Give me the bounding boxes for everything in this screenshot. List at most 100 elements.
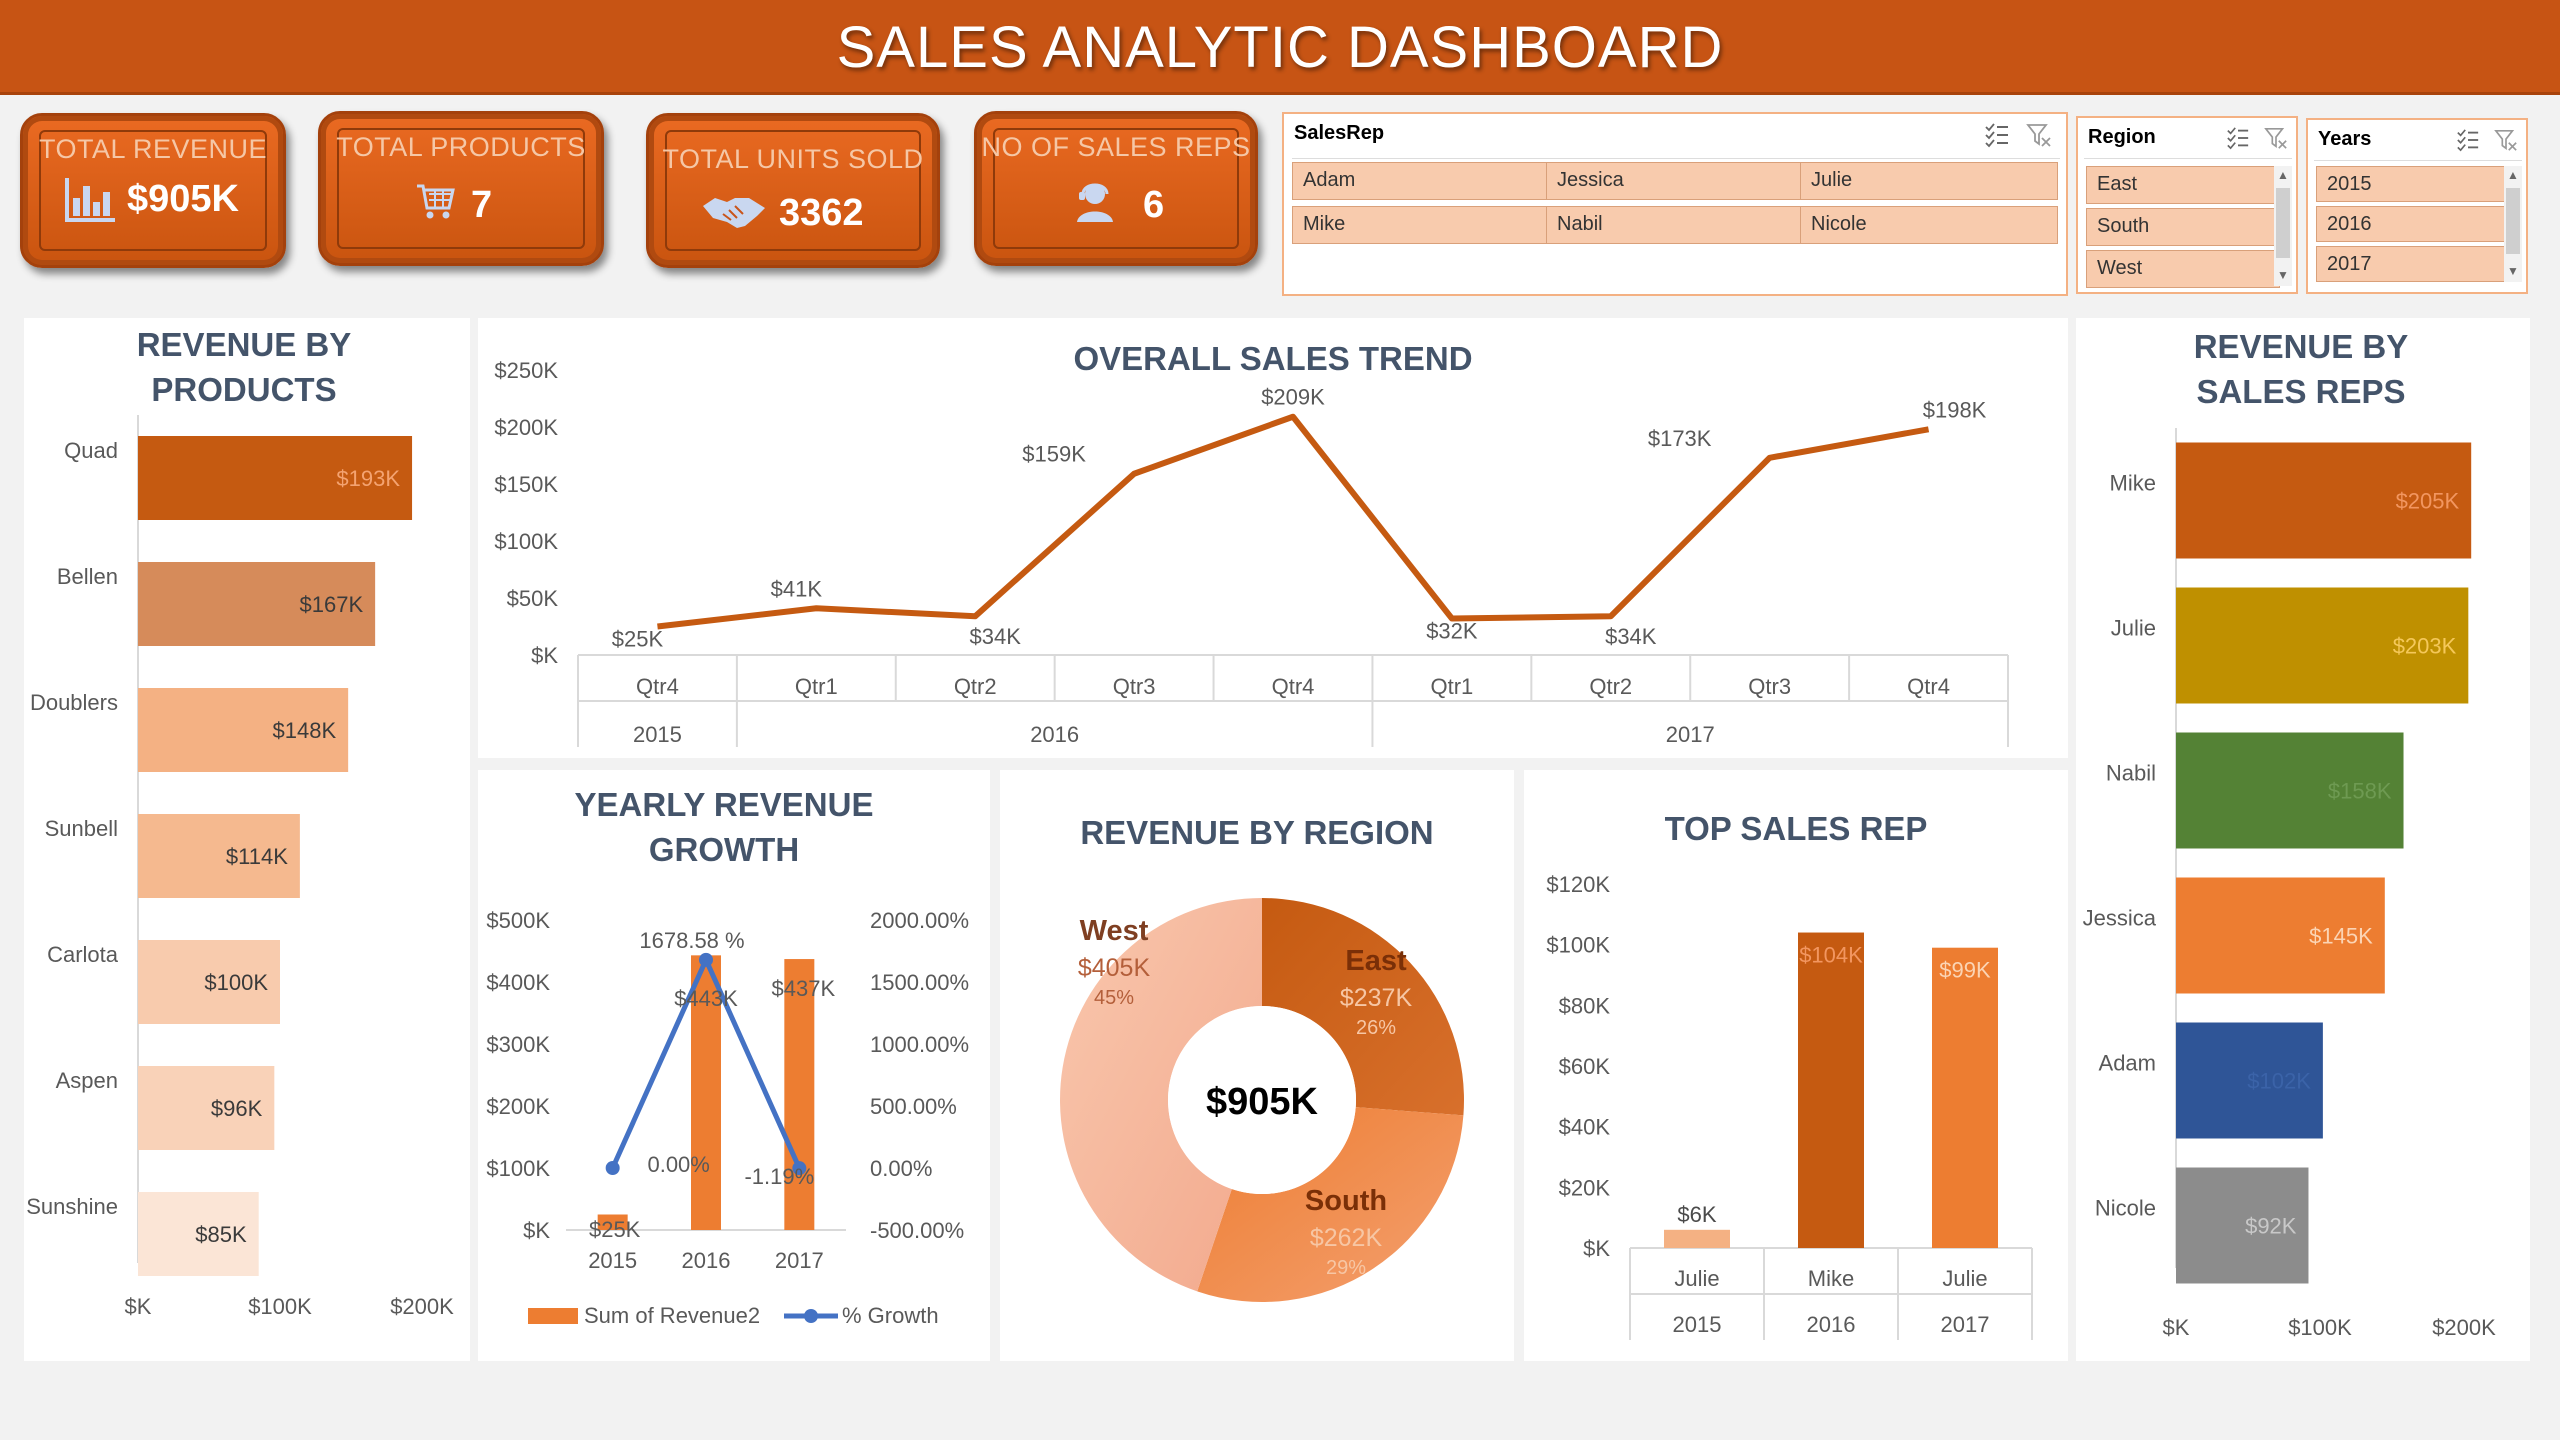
- data-label: $148K: [273, 718, 337, 743]
- top-sales-rep-panel: TOP SALES REP $K $20K $40K $60K $80K $100K $12…: [1524, 770, 2068, 1361]
- year-option[interactable]: 2016: [2316, 206, 2510, 242]
- cart-icon: [417, 184, 455, 219]
- bar: [1932, 947, 1998, 1248]
- yearly-revenue-growth-chart: $K $100K $200K $300K $400K $500K -500.00% 0.00%…: [486, 908, 969, 1328]
- top-sales-rep-chart: $K $20K $40K $60K $80K $100K $120K $6K Julie 2015…: [1546, 872, 2033, 1340]
- multi-select-icon[interactable]: [2456, 128, 2480, 152]
- y-tick-label: $20K: [1559, 1175, 1611, 1200]
- data-label: $34K: [970, 624, 1022, 649]
- slice-percent: 29%: [1326, 1257, 1366, 1279]
- x-tick-label: $200K: [390, 1294, 454, 1319]
- scroll-up-icon[interactable]: ▲: [2277, 168, 2289, 182]
- data-label: $92K: [2245, 1214, 2297, 1239]
- region-option[interactable]: South: [2086, 208, 2280, 246]
- year-option[interactable]: 2017: [2316, 246, 2510, 282]
- year-option[interactable]: 2015: [2316, 166, 2510, 202]
- x-tick-label: Qtr4: [1272, 674, 1315, 699]
- data-label: $34K: [1605, 624, 1657, 649]
- kpi-value: 3362: [779, 192, 864, 234]
- kpi-label: TOTAL PRODUCTS: [336, 132, 586, 162]
- data-label: $32K: [1426, 619, 1478, 644]
- donut-center-label: $905K: [1206, 1081, 1319, 1123]
- data-label: $209K: [1261, 385, 1325, 410]
- scroll-up-icon[interactable]: ▲: [2507, 168, 2519, 182]
- data-label: $198K: [1923, 397, 1987, 422]
- x-tick-label: Qtr3: [1748, 674, 1791, 699]
- year-label: 2016: [1807, 1312, 1856, 1337]
- legend-label: Sum of Revenue2: [584, 1303, 760, 1328]
- years-scrollbar[interactable]: ▲ ▼: [2504, 166, 2522, 282]
- data-label: $437K: [772, 976, 836, 1001]
- x-tick-label: Qtr1: [1430, 674, 1473, 699]
- kpi-no-of-sales-reps: NO OF SALES REPS 6: [974, 111, 1258, 266]
- handshake-icon: [703, 198, 765, 228]
- salesrep-option[interactable]: Nabil: [1546, 206, 1804, 244]
- category-label: Nicole: [2095, 1196, 2156, 1221]
- x-tick-label: $200K: [2432, 1315, 2496, 1340]
- kpi-total-revenue: TOTAL REVENUE $905K: [20, 113, 286, 268]
- scroll-down-icon[interactable]: ▼: [2507, 264, 2519, 278]
- x-tick-label: Qtr2: [954, 674, 997, 699]
- slicer-title: SalesRep: [1294, 122, 1385, 144]
- title-bar: SALES ANALYTIC DASHBOARD: [0, 0, 2560, 95]
- legend-swatch-marker: [804, 1309, 818, 1323]
- data-label: 0.00%: [647, 1152, 709, 1177]
- category-label: Jessica: [2083, 906, 2157, 931]
- scroll-thumb[interactable]: [2506, 188, 2520, 254]
- kpi-value: 6: [1143, 184, 1165, 226]
- x-tick-label: $100K: [248, 1294, 312, 1319]
- salesrep-option[interactable]: Jessica: [1546, 162, 1804, 200]
- y-tick-label-right: 1500.00%: [870, 970, 969, 995]
- year-label: 2015: [1673, 1312, 1722, 1337]
- salesrep-option[interactable]: Adam: [1292, 162, 1550, 200]
- slice-name: East: [1345, 945, 1407, 977]
- x-tick-label: Qtr4: [1907, 674, 1950, 699]
- clear-filter-icon[interactable]: [2494, 128, 2518, 152]
- revenue-by-region-chart: East $237K 26% South $262K 29% West $405K 45% $90…: [1060, 898, 1464, 1302]
- region-option[interactable]: West: [2086, 250, 2280, 288]
- slicer-title: Region: [2088, 126, 2156, 148]
- y-tick-label-left: $500K: [486, 908, 550, 933]
- legend-swatch-bar: [528, 1308, 578, 1324]
- data-label: $158K: [2328, 779, 2392, 804]
- category-label: Bellen: [57, 564, 118, 589]
- scroll-thumb[interactable]: [2276, 188, 2290, 258]
- slice-value: $237K: [1340, 984, 1413, 1012]
- scroll-down-icon[interactable]: ▼: [2277, 268, 2289, 282]
- x-tick-label: Qtr3: [1113, 674, 1156, 699]
- y-tick-label: $100K: [494, 529, 558, 554]
- data-label: $85K: [195, 1222, 247, 1247]
- y-tick-label: $150K: [494, 472, 558, 497]
- multi-select-icon[interactable]: [1984, 122, 2010, 148]
- y-tick-label: $100K: [1546, 933, 1610, 958]
- yearly-revenue-growth-panel: YEARLY REVENUE GROWTH $K $100K $200K $300K $…: [478, 770, 990, 1361]
- clear-filter-icon[interactable]: [2264, 126, 2288, 150]
- region-scrollbar[interactable]: ▲ ▼: [2274, 166, 2292, 286]
- x-tick-label: Julie: [1674, 1266, 1719, 1291]
- salesrep-option[interactable]: Nicole: [1800, 206, 2058, 244]
- multi-select-icon[interactable]: [2226, 126, 2250, 150]
- data-label: $104K: [1799, 943, 1863, 968]
- data-label: $114K: [226, 844, 288, 869]
- bar: [1664, 1229, 1730, 1248]
- region-slicer: Region East South West ▲ ▼: [2076, 116, 2298, 294]
- y-tick-label: $K: [531, 643, 558, 668]
- x-tick-label: Qtr4: [636, 674, 679, 699]
- y-tick-label: $50K: [507, 586, 559, 611]
- salesrep-option[interactable]: Julie: [1800, 162, 2058, 200]
- slice-value: $405K: [1078, 954, 1151, 982]
- x-tick-label: 2016: [682, 1248, 731, 1273]
- x-tick-label: Qtr1: [795, 674, 838, 699]
- slice-percent: 45%: [1094, 987, 1134, 1009]
- region-option[interactable]: East: [2086, 166, 2280, 204]
- data-label: $205K: [2396, 489, 2460, 514]
- y-tick-label-right: -500.00%: [870, 1218, 964, 1243]
- data-label: $443K: [674, 986, 738, 1011]
- revenue-by-products-chart: Quad $193K Bellen $167K Doublers $148K Sunbell…: [26, 415, 454, 1319]
- data-label: $41K: [771, 576, 823, 601]
- data-label: $173K: [1648, 426, 1712, 451]
- y-tick-label-right: 500.00%: [870, 1094, 957, 1119]
- clear-filter-icon[interactable]: [2026, 122, 2052, 148]
- year-label: 2015: [633, 722, 682, 747]
- salesrep-option[interactable]: Mike: [1292, 206, 1550, 244]
